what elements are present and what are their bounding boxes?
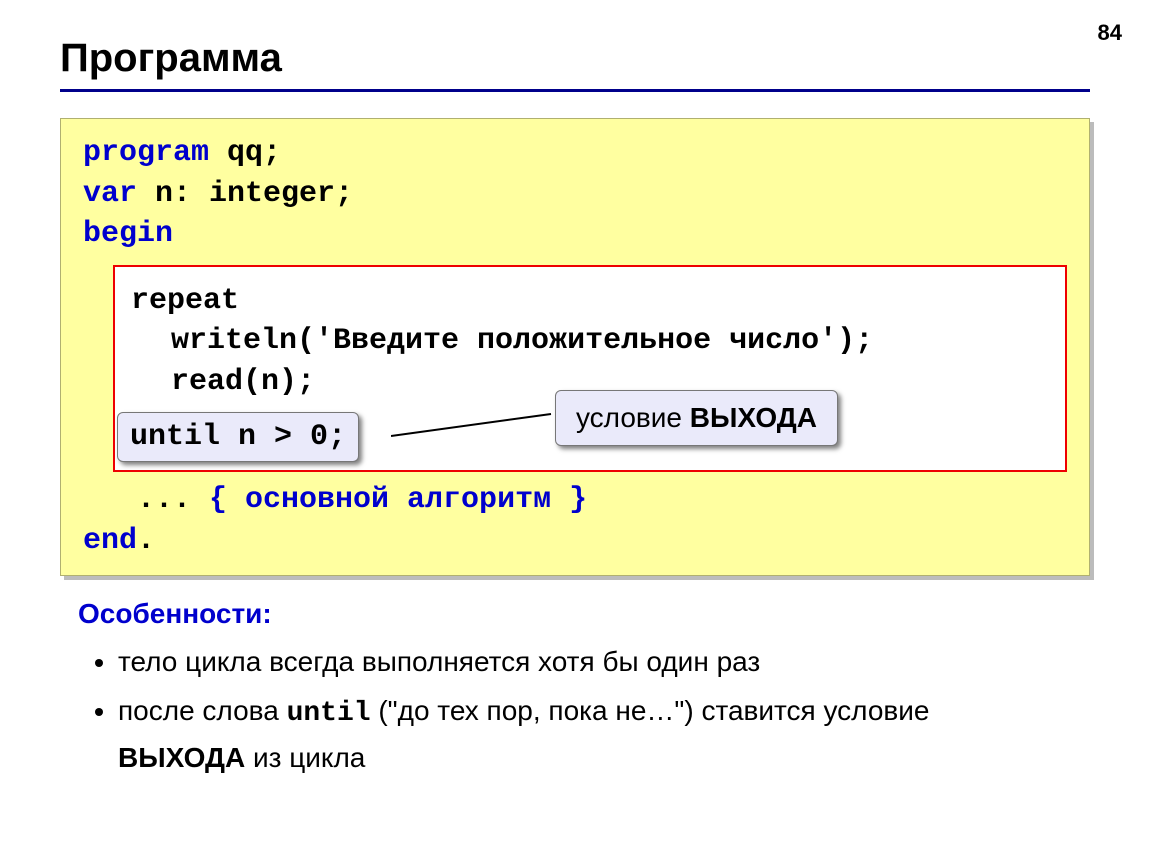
- text: после слова: [118, 695, 287, 726]
- code-line-1: program qq;: [83, 133, 1067, 174]
- code-line-end: end.: [83, 521, 1067, 562]
- list-item: тело цикла всегда выполняется хотя бы од…: [118, 640, 1058, 683]
- callout-prefix: условие: [576, 402, 690, 433]
- connector-line: [391, 410, 561, 442]
- text: ("до тех пор, пока не…") ставится услови…: [371, 695, 930, 726]
- code-inline-until: until: [287, 698, 371, 729]
- slide-title: Программа: [60, 36, 1090, 81]
- repeat-block: repeat writeln('Введите положительное чи…: [113, 265, 1067, 473]
- text: из цикла: [245, 742, 365, 773]
- exit-condition-callout: условие ВЫХОДА: [555, 390, 838, 446]
- callout-bold: ВЫХОДА: [690, 402, 817, 433]
- title-rule: [60, 89, 1090, 92]
- comment-line: ... { основной алгоритм }: [137, 480, 1067, 521]
- dots: ...: [137, 483, 209, 517]
- repeat-line: repeat: [131, 281, 1049, 322]
- until-badge: until n > 0;: [117, 412, 359, 463]
- page-number: 84: [1098, 20, 1122, 46]
- features-heading: Особенности:: [78, 598, 1090, 630]
- keyword-begin: begin: [83, 217, 173, 251]
- code-text: qq;: [209, 136, 281, 170]
- keyword-program: program: [83, 136, 209, 170]
- list-item: после слова until ("до тех пор, пока не……: [118, 689, 1058, 779]
- end-dot: .: [137, 524, 155, 558]
- features-list: тело цикла всегда выполняется хотя бы од…: [118, 640, 1058, 779]
- code-panel: program qq; var n: integer; begin repeat…: [60, 118, 1090, 576]
- code-line-2: var n: integer;: [83, 174, 1067, 215]
- writeln-line: writeln('Введите положительное число');: [171, 321, 1049, 362]
- keyword-end: end: [83, 524, 137, 558]
- code-text: n: integer;: [137, 177, 353, 211]
- keyword-var: var: [83, 177, 137, 211]
- code-line-3: begin: [83, 214, 1067, 255]
- comment-text: { основной алгоритм }: [209, 483, 587, 517]
- bold-exit: ВЫХОДА: [118, 742, 245, 773]
